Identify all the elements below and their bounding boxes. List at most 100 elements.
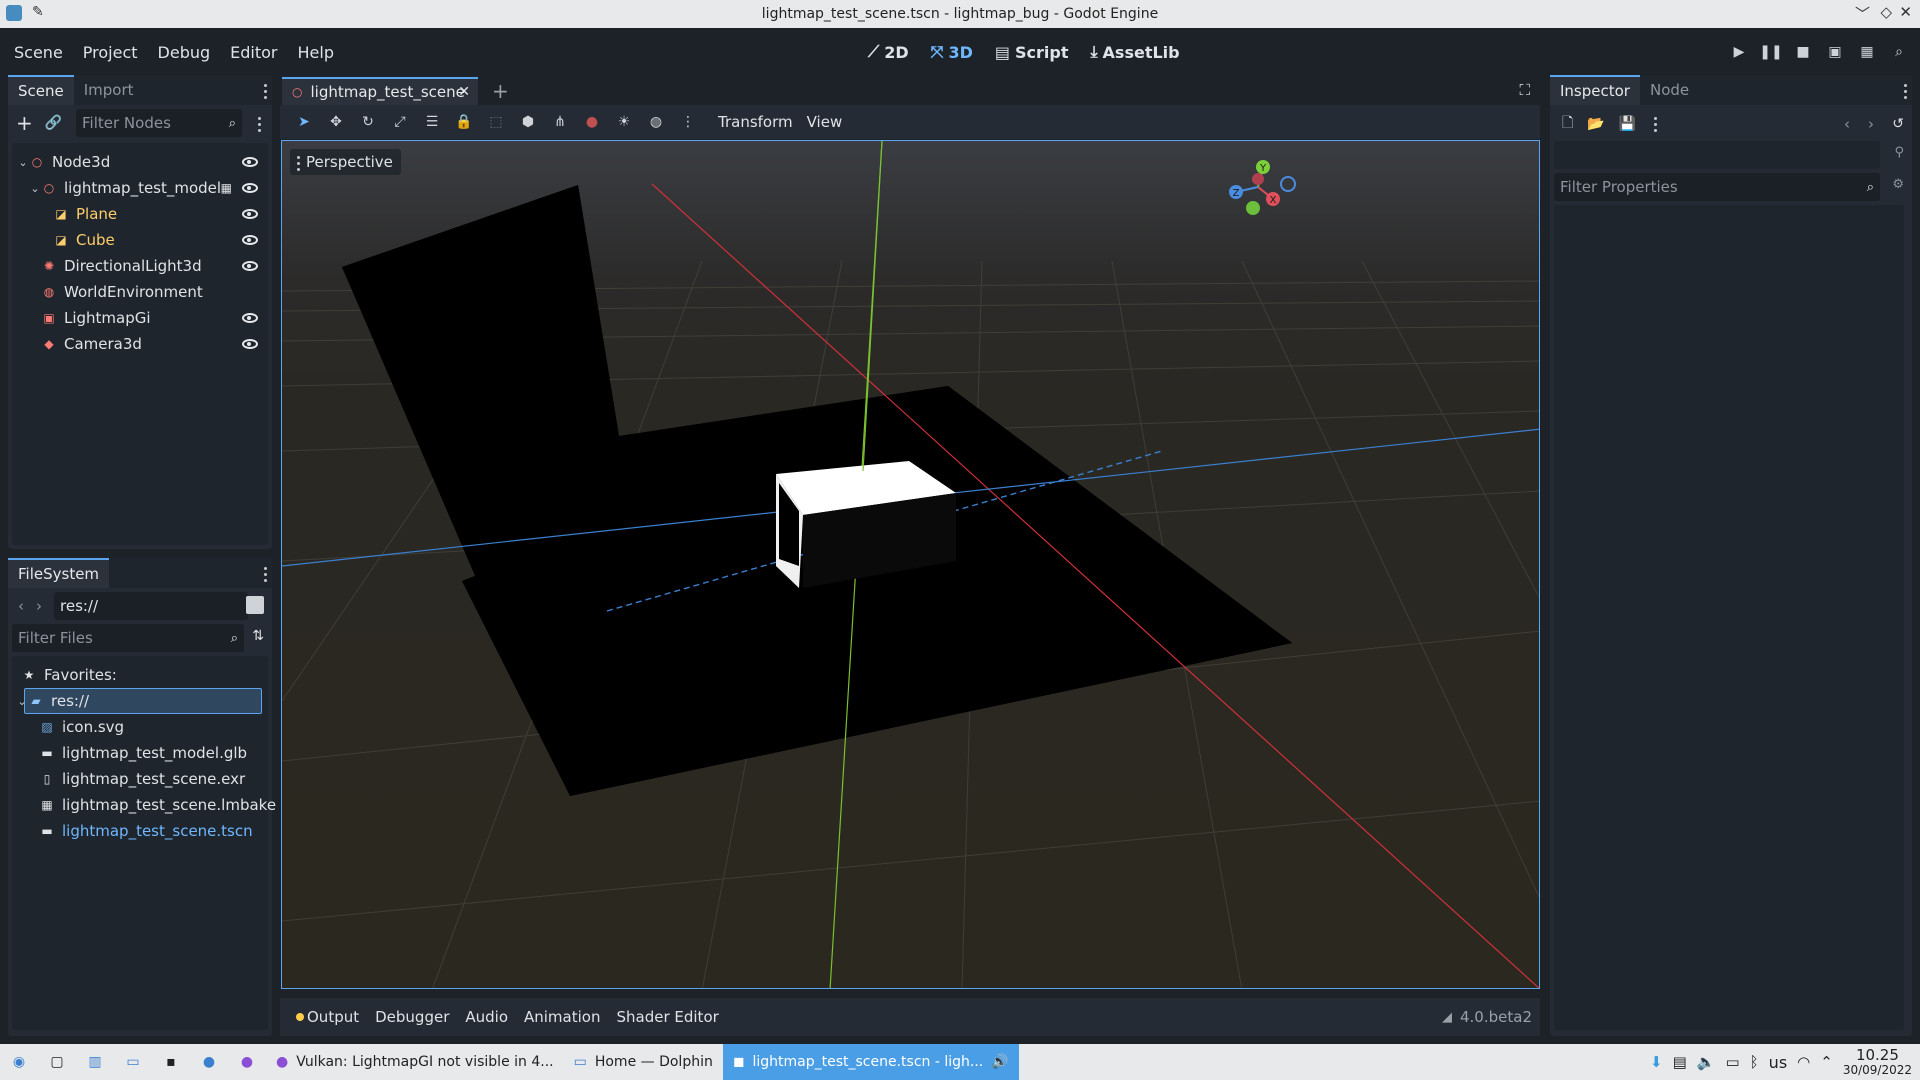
- workspace-script[interactable]: ▤ Script: [987, 39, 1077, 66]
- visibility-eye-icon[interactable]: [242, 183, 258, 193]
- play-icon[interactable]: ▶: [1728, 41, 1750, 63]
- camera-preview-icon[interactable]: ●: [581, 111, 603, 133]
- stop-icon[interactable]: ■: [1792, 41, 1814, 63]
- tab-import[interactable]: Import: [74, 75, 144, 105]
- history-icon[interactable]: ↺: [1892, 116, 1904, 132]
- clipboard-icon[interactable]: ▤: [1673, 1053, 1687, 1071]
- select-tool-icon[interactable]: ➤: [293, 111, 315, 133]
- app-launcher-icon[interactable]: ◉: [8, 1051, 30, 1073]
- filter-nodes-input[interactable]: Filter Nodes ⌕: [76, 109, 242, 137]
- tray-expand-icon[interactable]: ⌃: [1820, 1053, 1833, 1071]
- menu-editor[interactable]: Editor: [220, 43, 287, 62]
- task-godot[interactable]: ◼ lightmap_test_scene.tscn - ligh... 🔊: [722, 1044, 1019, 1080]
- filesystem-menu-icon[interactable]: [262, 567, 268, 582]
- inspector-menu-icon[interactable]: [1902, 84, 1908, 99]
- workspace-2d[interactable]: ⟋ 2D: [860, 38, 917, 66]
- filter-properties-input[interactable]: Filter Properties ⌕: [1554, 173, 1880, 201]
- file-item[interactable]: ▨ icon.svg: [40, 714, 124, 740]
- history-forward-icon[interactable]: ›: [1868, 115, 1874, 133]
- object-selector[interactable]: [1554, 141, 1880, 169]
- scale-tool-icon[interactable]: ⤢: [389, 111, 411, 133]
- add-tab-icon[interactable]: +: [492, 79, 509, 103]
- visibility-eye-icon[interactable]: [242, 339, 258, 349]
- scene-tree-node[interactable]: ✺ DirectionalLight3d: [12, 253, 268, 279]
- workspace-assetlib[interactable]: ⤓ AssetLib: [1082, 38, 1187, 66]
- distraction-free-icon[interactable]: ⛶: [1519, 81, 1530, 99]
- scene-tree-menu-icon[interactable]: [256, 117, 262, 132]
- new-resource-icon[interactable]: 🗋: [1562, 112, 1573, 136]
- forward-icon[interactable]: ›: [36, 597, 42, 615]
- pager-icon[interactable]: ▥: [84, 1051, 106, 1073]
- clock[interactable]: 10.25 30/09/2022: [1843, 1047, 1912, 1076]
- scene-tree-node[interactable]: ⌄ ○ Node3d: [12, 149, 268, 175]
- wifi-icon[interactable]: ◠: [1797, 1053, 1810, 1071]
- perspective-menu-button[interactable]: Perspective: [290, 149, 401, 175]
- inspector-settings-icon[interactable]: ⚙: [1892, 177, 1904, 192]
- bluetooth-icon[interactable]: ᛒ: [1750, 1053, 1759, 1071]
- add-node-icon[interactable]: +: [16, 111, 33, 135]
- tab-filesystem[interactable]: FileSystem: [8, 558, 110, 588]
- movie-maker-icon[interactable]: ⌕: [1888, 41, 1910, 63]
- move-tool-icon[interactable]: ✥: [325, 111, 347, 133]
- snap-icon[interactable]: ⋔: [549, 111, 571, 133]
- scene-tree-node[interactable]: ⌄ ○ lightmap_test_model ▦: [12, 175, 268, 201]
- rotate-tool-icon[interactable]: ↻: [357, 111, 379, 133]
- maximize-icon[interactable]: ◇: [1880, 3, 1892, 21]
- file-manager-icon[interactable]: ▭: [122, 1051, 144, 1073]
- download-icon[interactable]: ⬇: [1650, 1053, 1663, 1071]
- file-item[interactable]: ▯ lightmap_test_scene.exr: [40, 766, 246, 792]
- transform-menu[interactable]: Transform: [718, 113, 793, 131]
- scene-tree-node[interactable]: ◆ Camera3d: [12, 331, 268, 357]
- scene-tree-node[interactable]: ◪ Cube: [12, 227, 268, 253]
- terminal-icon[interactable]: ▪: [160, 1051, 182, 1073]
- open-in-editor-icon[interactable]: ▦: [221, 181, 232, 195]
- list-select-icon[interactable]: ☰: [421, 111, 443, 133]
- chevron-down-icon[interactable]: ⌄: [28, 182, 42, 195]
- scene-tree-node[interactable]: ◍ WorldEnvironment: [12, 279, 268, 305]
- history-back-icon[interactable]: ‹: [1844, 115, 1850, 133]
- task-dolphin[interactable]: ▭ Home — Dolphin: [564, 1044, 723, 1080]
- firefox-icon[interactable]: ●: [236, 1051, 258, 1073]
- group-icon[interactable]: ⬚: [485, 111, 507, 133]
- open-resource-icon[interactable]: 📂: [1587, 116, 1604, 132]
- res-root-row[interactable]: ⌄ ▰ res://: [17, 688, 262, 714]
- environment-preview-icon[interactable]: ◍: [645, 111, 667, 133]
- task-firefox[interactable]: ● Vulkan: LightmapGI not visible in 4...: [266, 1044, 564, 1080]
- scene-tree-node[interactable]: ▣ LightmapGi: [12, 305, 268, 331]
- file-item[interactable]: ▬ lightmap_test_model.glb: [40, 740, 247, 766]
- battery-icon[interactable]: ▭: [1725, 1053, 1739, 1071]
- sun-preview-icon[interactable]: ☀: [613, 111, 635, 133]
- orientation-gizmo[interactable]: Y X Z: [1222, 153, 1302, 221]
- play-scene-icon[interactable]: ▣: [1824, 41, 1846, 63]
- bottom-tab-shader-editor[interactable]: Shader Editor: [608, 1008, 726, 1026]
- file-item[interactable]: ▦ lightmap_test_scene.lmbake: [40, 792, 276, 818]
- file-item[interactable]: ▬ lightmap_test_scene.tscn: [40, 818, 252, 844]
- minimize-icon[interactable]: ﹀: [1855, 3, 1870, 24]
- close-tab-icon[interactable]: ✕: [458, 84, 470, 100]
- visibility-eye-icon[interactable]: [242, 235, 258, 245]
- pin-icon[interactable]: ✎: [32, 4, 44, 20]
- local-space-icon[interactable]: ⬢: [517, 111, 539, 133]
- filter-files-input[interactable]: Filter Files ⌕: [12, 624, 244, 652]
- menu-debug[interactable]: Debug: [148, 43, 221, 62]
- visibility-eye-icon[interactable]: [242, 313, 258, 323]
- menu-help[interactable]: Help: [288, 43, 344, 62]
- workspace-3d[interactable]: ⤧ 3D: [923, 38, 981, 66]
- scene-dock-menu-icon[interactable]: [262, 84, 268, 99]
- save-resource-icon[interactable]: 💾: [1619, 116, 1636, 132]
- scene-tree-node[interactable]: ◪ Plane: [12, 201, 268, 227]
- visibility-eye-icon[interactable]: [242, 157, 258, 167]
- back-icon[interactable]: ‹: [18, 597, 24, 615]
- bottom-tab-output[interactable]: Output: [288, 1008, 367, 1026]
- menu-project[interactable]: Project: [73, 43, 148, 62]
- link-icon[interactable]: 🔗: [45, 115, 62, 131]
- tab-scene[interactable]: Scene: [8, 75, 74, 105]
- visibility-eye-icon[interactable]: [242, 209, 258, 219]
- toolbar-more-icon[interactable]: ⋮: [677, 111, 699, 133]
- view-menu[interactable]: View: [807, 113, 843, 131]
- godot-app-icon[interactable]: [6, 5, 22, 21]
- chevron-down-icon[interactable]: ⌄: [16, 156, 30, 169]
- bottom-tab-animation[interactable]: Animation: [516, 1008, 608, 1026]
- layout-toggle-icon[interactable]: [246, 596, 264, 614]
- pause-icon[interactable]: ❚❚: [1759, 41, 1782, 63]
